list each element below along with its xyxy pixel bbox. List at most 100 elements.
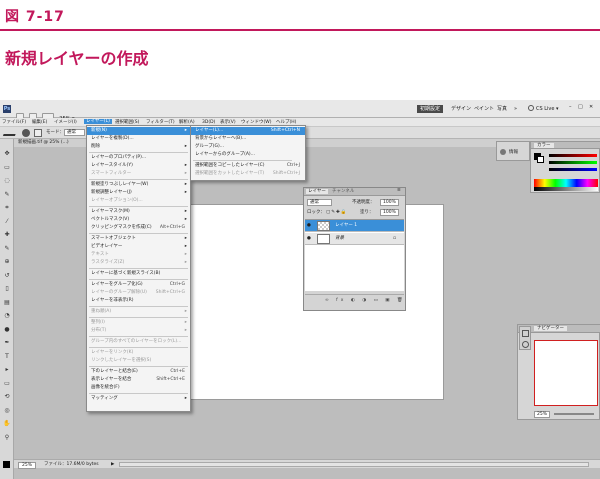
menu-item[interactable]: 分布(T) ▸ (87, 327, 190, 335)
eyedropper-tool-icon[interactable]: ⁄ (2, 217, 12, 227)
history-brush-tool-icon[interactable]: ↺ (2, 271, 12, 281)
menu-item[interactable]: 選択範囲をコピーしたレイヤー(C) Ctrl+J (191, 162, 305, 170)
workspace-photo-button[interactable]: 写真 (497, 106, 507, 112)
hand-tool-icon[interactable]: ✋ (2, 419, 12, 429)
menu-item[interactable]: 新規(N) ▸ (87, 127, 190, 135)
workspace-more-button[interactable]: » (514, 106, 517, 112)
layer-row[interactable]: ● 背景 ▫ (305, 233, 404, 245)
gradient-tool-icon[interactable]: ▤ (2, 298, 12, 308)
blur-tool-icon[interactable]: ◔ (2, 311, 12, 321)
menu-item[interactable]: 新規調整レイヤー(J) ▸ (87, 189, 190, 197)
menu-item[interactable]: リンクしたレイヤーを選択(S) (87, 357, 190, 365)
menu-item[interactable]: マッティング ▸ (87, 395, 190, 403)
marquee-tool-icon[interactable]: ▭ (2, 163, 12, 173)
fill-input[interactable]: 100% (380, 209, 399, 216)
foreground-color-swatch[interactable] (3, 461, 10, 468)
mode-select[interactable]: 通常 (64, 129, 85, 136)
close-icon[interactable]: ✕ (589, 104, 593, 110)
brush-preset-icon[interactable] (22, 129, 30, 137)
menu-item[interactable]: 削除 ▸ (87, 143, 190, 151)
menu-item[interactable]: 背景からレイヤーへ(B)... (191, 135, 305, 143)
menu-item[interactable]: レイヤーをリンク(K) (87, 349, 190, 357)
layer-footer-icons[interactable]: ∞ fx ◐ ◑ ▭ ▣ 🗑 (325, 298, 406, 303)
menu-file[interactable]: ファイル(F) (2, 120, 26, 125)
info-icon[interactable] (500, 149, 506, 155)
layers-tab[interactable]: レイヤー (306, 189, 328, 194)
panel-menu-icon[interactable]: ≡ (397, 188, 401, 193)
opacity-input[interactable]: 100% (380, 199, 399, 206)
menu-item[interactable]: 新規塗りつぶしレイヤー(W) ▸ (87, 181, 190, 189)
menu-item[interactable]: レイヤーオプション(O)... (87, 197, 190, 205)
menu-item[interactable]: 表示レイヤーを結合 Shift+Ctrl+E (87, 376, 190, 384)
menu-item[interactable]: 選択範囲をカットしたレイヤー(T) Shift+Ctrl+J (191, 170, 305, 178)
eraser-tool-icon[interactable]: ▯ (2, 284, 12, 294)
color-bg-swatch[interactable] (537, 156, 544, 163)
move-tool-icon[interactable]: ✥ (2, 149, 12, 159)
color-panel-tab[interactable]: カラー (534, 143, 554, 148)
menu-item[interactable]: レイヤーのグループ解除(U) Shift+Ctrl+G (87, 289, 190, 297)
brush-panel-icon[interactable] (34, 129, 42, 137)
navigator-zoom[interactable]: 25% (534, 411, 551, 418)
menu-item[interactable]: スマートオブジェクト ▸ (87, 235, 190, 243)
menu-item[interactable]: グループ(G)... (191, 143, 305, 151)
workspace-paint-button[interactable]: ペイント (474, 106, 494, 112)
green-slider[interactable] (549, 161, 597, 164)
menu-edit[interactable]: 編集(E) (32, 120, 47, 125)
workspace-design-button[interactable]: デザイン (451, 106, 471, 112)
3d-rotate-tool-icon[interactable]: ⟲ (2, 392, 12, 402)
horizontal-scrollbar[interactable] (119, 462, 589, 467)
menu-item[interactable]: レイヤーマスク(M) ▸ (87, 208, 190, 216)
menu-item[interactable]: スマートフィルター ▸ (87, 170, 190, 178)
zoom-tool-icon[interactable]: ⚲ (2, 433, 12, 443)
shape-tool-icon[interactable]: ▭ (2, 379, 12, 389)
workspace-essentials-button[interactable]: 初期設定 (417, 105, 444, 113)
menu-item[interactable]: 整列(I) ▸ (87, 319, 190, 327)
brush-tool-icon[interactable]: ✎ (2, 244, 12, 254)
visibility-eye-icon[interactable]: ● (307, 223, 311, 228)
menu-item[interactable]: レイヤーのプロパティ(P)... (87, 154, 190, 162)
crop-tool-icon[interactable]: ⌗ (2, 203, 12, 213)
menu-item[interactable]: レイヤー(L)... Shift+Ctrl+N (191, 127, 305, 135)
menu-item[interactable]: ビデオレイヤー ▸ (87, 243, 190, 251)
menu-item[interactable]: クリッピングマスクを作成(C) Alt+Ctrl+G (87, 224, 190, 232)
navigator-zoom-slider[interactable] (554, 413, 594, 415)
status-zoom[interactable]: 25% (18, 462, 37, 469)
menu-item[interactable]: レイヤーに基づく新規スライス(B) (87, 270, 190, 278)
blend-mode-select[interactable]: 通常 (307, 199, 332, 206)
layer-row[interactable]: ● レイヤー 1 (305, 220, 404, 232)
menu-item[interactable]: テキスト ▸ (87, 251, 190, 259)
menu-item[interactable]: レイヤーを非表示(R) (87, 297, 190, 305)
lasso-tool-icon[interactable]: ◌ (2, 176, 12, 186)
navigator-preview[interactable] (534, 340, 598, 406)
menu-item[interactable]: レイヤーからのグループ(A)... (191, 151, 305, 159)
channels-tab[interactable]: チャンネル (332, 189, 354, 194)
visibility-eye-icon[interactable]: ● (307, 236, 311, 241)
spot-heal-tool-icon[interactable]: ✚ (2, 230, 12, 240)
menu-item[interactable]: レイヤースタイル(Y) ▸ (87, 162, 190, 170)
menu-item[interactable]: 重ね順(A) ▸ (87, 308, 190, 316)
color-spectrum[interactable] (534, 179, 598, 187)
menu-item[interactable]: レイヤーを複製(D)... (87, 135, 190, 143)
menu-item[interactable]: ベクトルマスク(V) ▸ (87, 216, 190, 224)
menu-image[interactable]: イメージ(I) (54, 120, 77, 125)
blue-slider[interactable] (549, 168, 597, 171)
menu-item[interactable]: 画像を統合(F) (87, 384, 190, 392)
pen-tool-icon[interactable]: ✒ (2, 338, 12, 348)
menu-item[interactable]: レイヤーをグループ化(G) Ctrl+G (87, 281, 190, 289)
grayscale-ramp[interactable] (534, 187, 598, 191)
path-select-tool-icon[interactable]: ▸ (2, 365, 12, 375)
document-tab[interactable]: 新規描画.tif @ 25% (...) (18, 140, 69, 145)
3d-orbit-tool-icon[interactable]: ◎ (2, 406, 12, 416)
info-label[interactable]: 情報 (509, 150, 518, 155)
menu-item[interactable]: ラスタライズ(Z) ▸ (87, 259, 190, 267)
histogram-icon[interactable] (522, 330, 529, 337)
history-icon[interactable] (522, 341, 529, 348)
menu-layer[interactable]: レイヤー(L) (84, 119, 112, 124)
navigator-tab[interactable]: ナビゲーター (534, 326, 567, 331)
quick-select-tool-icon[interactable]: ✎ (2, 190, 12, 200)
status-arrow-icon[interactable]: ▶ (111, 462, 114, 467)
menu-item[interactable]: グループ内のすべてのレイヤーをロック(L)... (87, 338, 190, 346)
menu-item[interactable]: 下のレイヤーと結合(E) Ctrl+E (87, 368, 190, 376)
maximize-icon[interactable]: □ (578, 104, 583, 110)
minimize-icon[interactable]: – (569, 104, 572, 110)
